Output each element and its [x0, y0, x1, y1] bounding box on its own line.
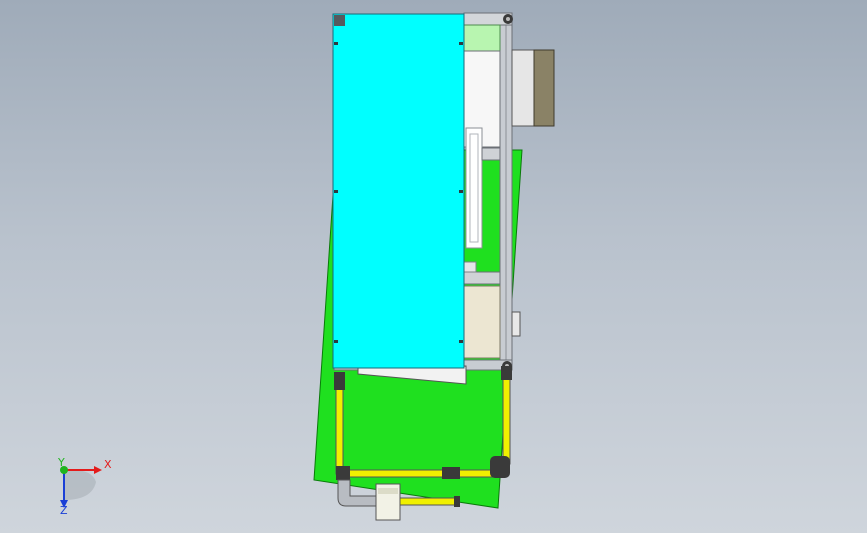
crossbar-middle[interactable] — [463, 271, 501, 285]
panel-corner-block — [334, 15, 345, 26]
axis-label-y: Y — [57, 456, 65, 469]
cad-graphics-viewport[interactable]: X Y Z — [0, 0, 867, 533]
yellow-tube-right[interactable] — [502, 375, 511, 465]
side-handle[interactable] — [511, 311, 521, 337]
crossbar-upper[interactable] — [481, 147, 501, 161]
model-canvas[interactable]: X Y Z — [0, 0, 867, 533]
yellow-tube-outlet[interactable] — [399, 497, 459, 506]
lower-tan-panel[interactable] — [463, 285, 501, 359]
axis-label-x: X — [104, 458, 112, 471]
cyan-main-panel[interactable] — [332, 13, 465, 369]
axis-label-z: Z — [60, 504, 68, 517]
yellow-tube-horizontal[interactable] — [341, 469, 507, 478]
corner-fitting-top-right[interactable] — [503, 14, 513, 24]
yellow-tube-left[interactable] — [335, 387, 344, 475]
upper-green-panel[interactable] — [463, 24, 501, 52]
coordinate-triad-icon — [60, 466, 102, 508]
